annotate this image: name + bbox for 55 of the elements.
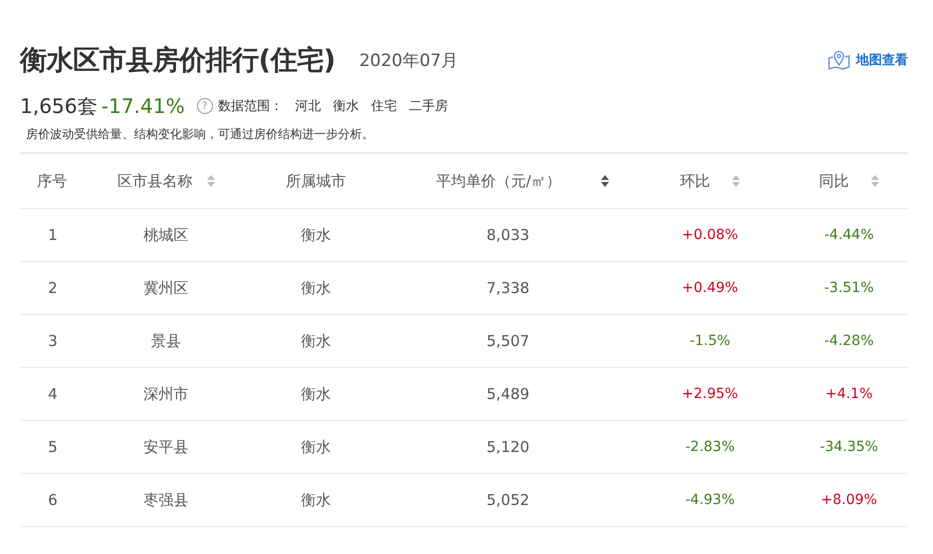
- mom-change-cell: +2.95%: [682, 386, 738, 402]
- rank-cell: 3: [48, 332, 58, 350]
- district-cell: 桃城区: [144, 226, 188, 244]
- rank-cell: 5: [48, 438, 58, 456]
- city-cell: 衡水: [301, 438, 331, 456]
- price-cell: 7,338: [486, 279, 530, 297]
- yoy-change-cell: -34.35%: [820, 439, 878, 455]
- price-cell: 5,489: [486, 385, 530, 403]
- mom-change-cell: -2.83%: [685, 439, 735, 455]
- price-cell: 5,507: [486, 332, 530, 350]
- price-cell: 8,033: [486, 226, 530, 244]
- yoy-change-cell: -3.51%: [824, 280, 874, 296]
- scope-tag: 住宅: [370, 97, 397, 115]
- city-cell: 衡水: [301, 332, 331, 350]
- yoy-change-cell: +4.1%: [825, 386, 873, 402]
- mom-change-cell: -4.93%: [685, 492, 735, 508]
- change-percent: -17.41%: [101, 94, 185, 118]
- rank-cell: 4: [48, 385, 58, 403]
- rank-cell: 2: [48, 279, 58, 297]
- yoy-change-cell: -4.28%: [824, 333, 874, 349]
- district-cell: 深州市: [144, 384, 188, 404]
- column-header[interactable]: 平均单价（元/㎡）: [436, 172, 562, 190]
- rank-cell: 6: [48, 491, 58, 509]
- price-cell: 5,120: [486, 438, 530, 456]
- report-date: 2020年07月: [359, 50, 458, 72]
- mom-change-cell: -1.5%: [690, 333, 730, 349]
- district-cell: 安平县: [144, 438, 188, 456]
- district-cell: 枣强县: [144, 490, 188, 510]
- yoy-change-cell: -4.44%: [824, 227, 874, 243]
- listing-count: 1,656套: [20, 92, 98, 120]
- column-header: 所属城市: [286, 172, 346, 190]
- district-cell: 景县: [151, 332, 181, 350]
- scope-tag: 二手房: [408, 97, 448, 115]
- city-cell: 衡水: [301, 384, 331, 404]
- mom-change-cell: +0.49%: [682, 280, 738, 296]
- price-cell: 5,052: [486, 491, 530, 509]
- city-cell: 衡水: [301, 226, 331, 244]
- map-view-link[interactable]: 地图查看: [828, 50, 908, 70]
- scope-tag: 衡水: [332, 97, 359, 115]
- column-header[interactable]: 区市县名称: [118, 172, 192, 190]
- mom-change-cell: +0.08%: [682, 227, 738, 243]
- sort-icon[interactable]: [601, 175, 610, 187]
- city-cell: 衡水: [301, 490, 331, 510]
- note-text: 房价波动受供给量、结构变化影响，可通过房价结构进一步分析。: [26, 126, 375, 143]
- scope-tag: 河北: [294, 97, 321, 115]
- column-header[interactable]: 同比: [819, 172, 849, 190]
- city-cell: 衡水: [301, 278, 331, 298]
- district-cell: 冀州区: [144, 278, 188, 298]
- yoy-change-cell: +8.09%: [820, 492, 878, 508]
- column-header: 序号: [37, 172, 67, 190]
- page-title: 衡水区市县房价排行(住宅): [20, 44, 336, 78]
- rank-cell: 1: [48, 226, 58, 244]
- scope-label: 数据范围：: [218, 98, 283, 115]
- map-pin-icon: [828, 50, 850, 70]
- column-header[interactable]: 环比: [680, 172, 710, 190]
